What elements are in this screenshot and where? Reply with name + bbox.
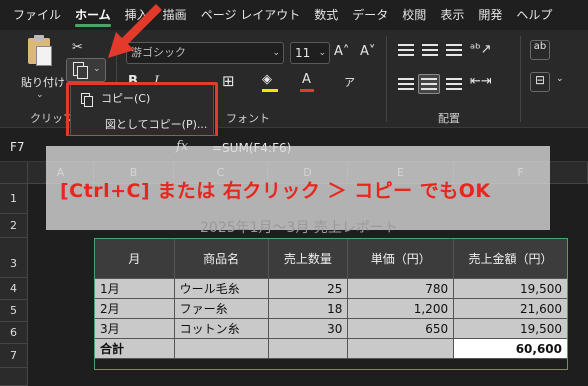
cell-sales-amount[interactable]: 19,500 [453, 278, 568, 299]
row-header-2[interactable]: 2 [0, 214, 28, 238]
row-header-4[interactable]: 4 [0, 278, 28, 300]
chevron-down-icon: ⌄ [318, 48, 326, 58]
cell-empty[interactable] [173, 338, 269, 359]
tab-view[interactable]: 表示 [433, 0, 471, 30]
table-row: 3月 コットン糸 30 650 19,500 [94, 318, 568, 339]
table-header-row: 月 商品名 売上数量 単価（円） 売上金額（円） [94, 238, 568, 279]
paste-icon [28, 35, 52, 66]
copy-icon [73, 62, 88, 79]
row-header-8[interactable] [0, 368, 28, 386]
cell-empty[interactable] [267, 338, 349, 359]
font-color-button[interactable]: A [300, 72, 314, 92]
row-header-6[interactable]: 6 [0, 322, 28, 344]
text-orientation-icon[interactable]: ᵃᵇ↗ [470, 42, 492, 57]
tab-page-layout[interactable]: ページ レイアウト [194, 0, 308, 30]
cell-sales-amount[interactable]: 21,600 [453, 298, 568, 319]
select-all-corner[interactable] [0, 162, 28, 184]
wrap-text-icon[interactable]: ab [530, 40, 550, 60]
highlight-frame [66, 82, 218, 138]
group-divider [520, 36, 521, 122]
tab-file[interactable]: ファイル [6, 0, 68, 30]
fill-color-icon[interactable]: ◈ [262, 72, 278, 92]
align-right-icon[interactable] [446, 78, 462, 90]
table-row: 1月 ウール毛糸 25 780 19,500 [94, 278, 568, 299]
cell-product[interactable]: ウール毛糸 [173, 278, 269, 299]
ribbon-tab-bar: ファイル ホーム 挿入 描画 ページ レイアウト 数式 データ 校閲 表示 開発… [0, 0, 588, 30]
group-divider [386, 36, 387, 122]
header-month[interactable]: 月 [94, 238, 175, 279]
header-unit-price[interactable]: 単価（円） [347, 238, 455, 279]
cell-quantity[interactable]: 25 [267, 278, 349, 299]
cell-unit-price[interactable]: 780 [347, 278, 455, 299]
font-group-label: フォント [226, 112, 270, 125]
header-product[interactable]: 商品名 [173, 238, 269, 279]
chevron-down-icon[interactable]: ⌄ [93, 64, 101, 74]
cell-sales-amount[interactable]: 19,500 [453, 318, 568, 339]
chevron-down-icon: ⌄ [272, 48, 280, 58]
row-header-3[interactable]: 3 [0, 238, 28, 278]
header-quantity[interactable]: 売上数量 [267, 238, 349, 279]
cell-product[interactable]: ファー糸 [173, 298, 269, 319]
borders-icon[interactable]: ⊞ [222, 72, 235, 90]
cell-total-value[interactable]: 60,600 [453, 338, 568, 359]
font-color-letter: A [302, 72, 311, 87]
cell-unit-price[interactable]: 650 [347, 318, 455, 339]
merge-center-icon[interactable]: ⊟ [530, 72, 550, 92]
cell-product[interactable]: コットン糸 [173, 318, 269, 339]
indent-icon[interactable]: ⇤⇥ [470, 74, 492, 89]
paste-button[interactable]: 貼り付け ⌄ [18, 35, 65, 100]
paste-label: 貼り付け [21, 76, 65, 89]
cut-icon[interactable]: ✂ [72, 40, 83, 55]
tab-review[interactable]: 校閲 [395, 0, 433, 30]
sales-table: 月 商品名 売上数量 単価（円） 売上金額（円） 1月 ウール毛糸 25 780… [94, 238, 568, 359]
align-top-icon[interactable] [398, 44, 414, 56]
copy-button[interactable]: ⌄ [66, 58, 106, 82]
align-center-icon [421, 78, 437, 90]
cell-empty[interactable] [347, 338, 455, 359]
phonetic-icon[interactable]: ア [344, 74, 355, 90]
align-left-icon[interactable] [398, 78, 414, 90]
alignment-group-label: 配置 [438, 112, 460, 125]
shrink-font-button[interactable]: A˅ [360, 44, 375, 59]
cell-quantity[interactable]: 30 [267, 318, 349, 339]
report-title: 2025年1月～3月 売上レポート [200, 220, 398, 236]
cell-total-label[interactable]: 合計 [94, 338, 175, 359]
row-header-7[interactable]: 7 [0, 344, 28, 368]
grow-font-button[interactable]: A˄ [334, 44, 349, 59]
font-size-box[interactable]: 11 ⌄ [290, 42, 330, 64]
cell-month[interactable]: 3月 [94, 318, 175, 339]
font-size-value: 11 [295, 46, 311, 60]
pointer-arrow-icon [108, 4, 162, 58]
tab-developer[interactable]: 開発 [471, 0, 509, 30]
align-middle-icon[interactable] [422, 44, 438, 56]
tab-data[interactable]: データ [345, 0, 395, 30]
tab-help[interactable]: ヘルプ [509, 0, 559, 30]
cell-month[interactable]: 2月 [94, 298, 175, 319]
tab-formulas[interactable]: 数式 [307, 0, 345, 30]
chevron-down-icon[interactable]: ⌄ [556, 74, 564, 84]
table-total-row: 合計 60,600 [94, 338, 568, 359]
name-box[interactable]: F7 [10, 140, 25, 154]
cell-month[interactable]: 1月 [94, 278, 175, 299]
table-row: 2月 ファー糸 18 1,200 21,600 [94, 298, 568, 319]
header-sales-amount[interactable]: 売上金額（円） [453, 238, 568, 279]
cell-unit-price[interactable]: 1,200 [347, 298, 455, 319]
row-header-1[interactable]: 1 [0, 184, 28, 214]
instruction-banner: [Ctrl+C] または 右クリック ＞ コピー でもOK [60, 180, 491, 202]
align-bottom-icon[interactable] [446, 44, 462, 56]
chevron-down-icon: ⌄ [36, 90, 44, 100]
row-header-5[interactable]: 5 [0, 300, 28, 322]
cell-quantity[interactable]: 18 [267, 298, 349, 319]
